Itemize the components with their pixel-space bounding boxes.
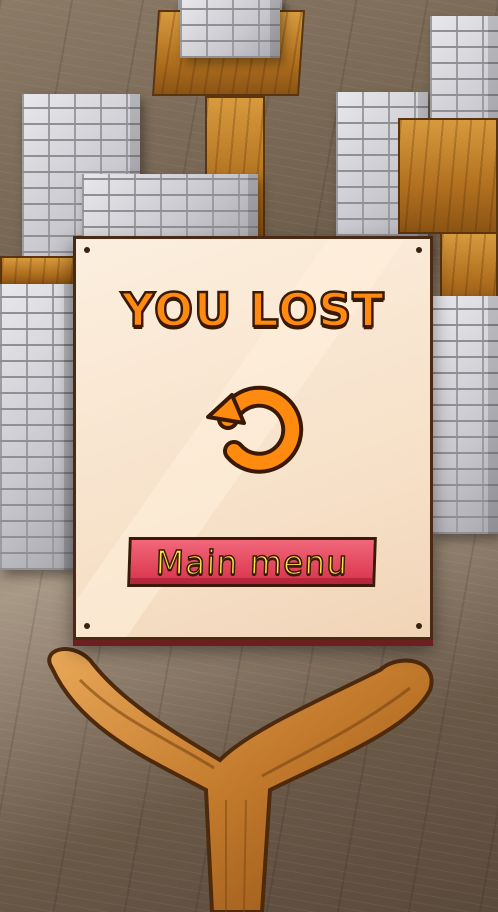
game-over-panel: YOU LOST Main menu — [73, 236, 433, 640]
stone-block — [82, 174, 258, 244]
nail-decoration — [84, 623, 90, 629]
nail-decoration — [416, 623, 422, 629]
wooden-plank — [398, 118, 498, 234]
nail-decoration — [416, 247, 422, 253]
nail-decoration — [84, 247, 90, 253]
wooden-plank — [0, 256, 80, 286]
main-menu-button[interactable]: Main menu — [127, 537, 377, 587]
main-menu-label: Main menu — [154, 542, 349, 583]
game-over-title: YOU LOST — [120, 282, 385, 339]
stone-block — [0, 284, 74, 570]
retry-arrow-icon[interactable] — [204, 373, 312, 481]
stone-block — [180, 0, 280, 58]
stone-block — [430, 296, 498, 534]
slingshot[interactable] — [0, 640, 498, 912]
